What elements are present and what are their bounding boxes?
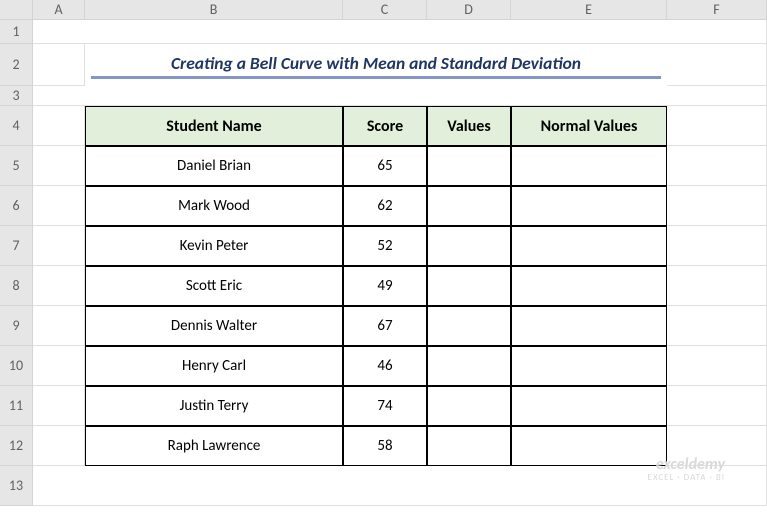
row-header-11[interactable]: 11 — [0, 386, 33, 426]
cell-e5[interactable] — [511, 146, 667, 186]
row-header-7[interactable]: 7 — [0, 226, 33, 266]
cell-e12[interactable] — [511, 426, 667, 466]
cell-b5[interactable]: Daniel Brian — [85, 146, 343, 186]
row-header-12[interactable]: 12 — [0, 426, 33, 466]
col-header-f[interactable]: F — [667, 0, 767, 20]
cell-e7[interactable] — [511, 226, 667, 266]
header-normal-values[interactable]: Normal Values — [511, 106, 667, 146]
row-header-6[interactable]: 6 — [0, 186, 33, 226]
title-cell[interactable]: Creating a Bell Curve with Mean and Stan… — [85, 44, 667, 86]
cell-d9[interactable] — [427, 306, 511, 346]
row-header-2[interactable]: 2 — [0, 44, 33, 86]
row-header-5[interactable]: 5 — [0, 146, 33, 186]
cell-c12[interactable]: 58 — [343, 426, 427, 466]
row-header-1[interactable]: 1 — [0, 20, 33, 44]
cell-d7[interactable] — [427, 226, 511, 266]
cell-d12[interactable] — [427, 426, 511, 466]
cell-b6[interactable]: Mark Wood — [85, 186, 343, 226]
cell-d10[interactable] — [427, 346, 511, 386]
cell-e10[interactable] — [511, 346, 667, 386]
cell-b7[interactable]: Kevin Peter — [85, 226, 343, 266]
cell-b10[interactable]: Henry Carl — [85, 346, 343, 386]
watermark: exceldemy EXCEL · DATA · BI — [648, 456, 725, 483]
cell-b12[interactable]: Raph Lawrence — [85, 426, 343, 466]
watermark-line1: exceldemy — [648, 456, 725, 474]
row-header-10[interactable]: 10 — [0, 346, 33, 386]
cell-d6[interactable] — [427, 186, 511, 226]
header-score[interactable]: Score — [343, 106, 427, 146]
cell-d11[interactable] — [427, 386, 511, 426]
cell-c7[interactable]: 52 — [343, 226, 427, 266]
cell-d8[interactable] — [427, 266, 511, 306]
cell-c9[interactable]: 67 — [343, 306, 427, 346]
cell-c5[interactable]: 65 — [343, 146, 427, 186]
cell-c6[interactable]: 62 — [343, 186, 427, 226]
cell-c8[interactable]: 49 — [343, 266, 427, 306]
header-student-name[interactable]: Student Name — [85, 106, 343, 146]
row-header-8[interactable]: 8 — [0, 266, 33, 306]
cell-d5[interactable] — [427, 146, 511, 186]
row-header-13[interactable]: 13 — [0, 466, 33, 506]
cell-b9[interactable]: Dennis Walter — [85, 306, 343, 346]
spreadsheet-grid: A B C D E F 1 2 Creating a Bell Curve wi… — [0, 0, 767, 506]
watermark-line2: EXCEL · DATA · BI — [648, 473, 725, 483]
select-all-corner[interactable] — [0, 0, 33, 20]
col-header-b[interactable]: B — [85, 0, 343, 20]
col-header-a[interactable]: A — [33, 0, 85, 20]
page-title: Creating a Bell Curve with Mean and Stan… — [91, 52, 661, 79]
col-header-e[interactable]: E — [511, 0, 667, 20]
cell-b11[interactable]: Justin Terry — [85, 386, 343, 426]
col-header-d[interactable]: D — [427, 0, 511, 20]
cell-e11[interactable] — [511, 386, 667, 426]
col-header-c[interactable]: C — [343, 0, 427, 20]
row-header-4[interactable]: 4 — [0, 106, 33, 146]
row-header-3[interactable]: 3 — [0, 86, 33, 106]
cell-b8[interactable]: Scott Eric — [85, 266, 343, 306]
cell-e9[interactable] — [511, 306, 667, 346]
cell-e6[interactable] — [511, 186, 667, 226]
cell-e8[interactable] — [511, 266, 667, 306]
header-values[interactable]: Values — [427, 106, 511, 146]
cell-c10[interactable]: 46 — [343, 346, 427, 386]
row-header-9[interactable]: 9 — [0, 306, 33, 346]
cell-c11[interactable]: 74 — [343, 386, 427, 426]
